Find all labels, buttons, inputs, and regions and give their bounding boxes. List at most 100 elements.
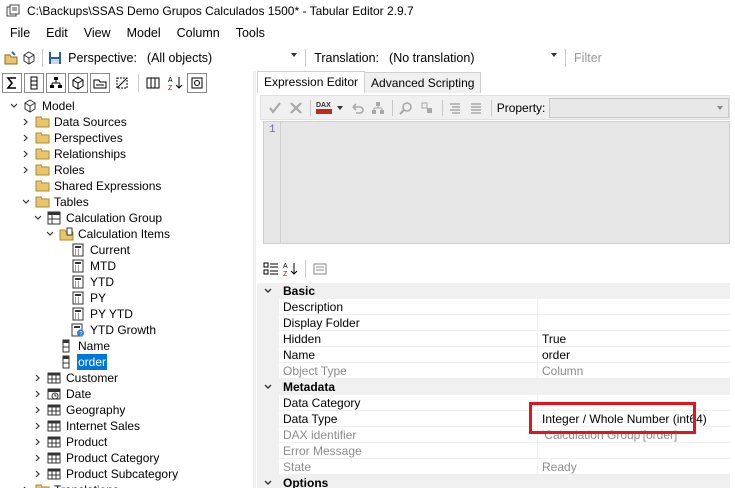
chevron-right-icon[interactable]: [32, 466, 44, 482]
property-dropdown[interactable]: [549, 97, 730, 118]
menu-tools[interactable]: Tools: [228, 22, 273, 44]
chevron-down-icon[interactable]: [44, 226, 56, 242]
tree-item[interactable]: Name: [44, 338, 111, 354]
tree-item[interactable]: Current: [56, 242, 131, 258]
property-value[interactable]: True: [537, 331, 730, 347]
tree-item[interactable]: Calculation Group: [32, 210, 163, 226]
chevron-down-icon[interactable]: [8, 98, 20, 114]
dependencies-icon[interactable]: [368, 98, 387, 118]
tree-item[interactable]: ? YTD Growth: [56, 322, 157, 338]
columns-view-icon[interactable]: [143, 73, 163, 93]
chevron-right-icon[interactable]: [32, 418, 44, 434]
chevron-down-icon[interactable]: [257, 475, 279, 488]
filter-input[interactable]: [570, 48, 735, 68]
chevron-right-icon[interactable]: [20, 482, 32, 488]
perspective-dropdown[interactable]: (All objects): [141, 48, 301, 68]
property-value[interactable]: Ready: [537, 459, 730, 475]
property-row[interactable]: Name order: [257, 347, 730, 363]
display-folders-icon[interactable]: [90, 73, 110, 93]
property-value[interactable]: [537, 299, 730, 315]
chevron-down-icon[interactable]: [337, 105, 344, 110]
tree-item[interactable]: Data Sources: [20, 114, 128, 130]
property-row[interactable]: Object Type Column: [257, 363, 730, 379]
property-grid[interactable]: Basic Description Display Folder Hidden True…: [257, 283, 730, 488]
menu-file[interactable]: File: [0, 22, 38, 44]
chevron-right-icon[interactable]: [20, 146, 32, 162]
tree-item[interactable]: Translations: [20, 482, 120, 488]
menu-view[interactable]: View: [76, 22, 119, 44]
menu-edit[interactable]: Edit: [38, 22, 76, 44]
property-row[interactable]: Description: [257, 299, 730, 315]
tree-item[interactable]: Roles: [20, 162, 86, 178]
chevron-down-icon[interactable]: [32, 210, 44, 226]
expression-editor-textarea[interactable]: 1: [263, 121, 730, 244]
tree-item[interactable]: Date: [32, 386, 92, 402]
tree-item[interactable]: Model: [8, 98, 76, 114]
chevron-right-icon[interactable]: [32, 370, 44, 386]
chevron-right-icon[interactable]: [32, 450, 44, 466]
cancel-x-icon[interactable]: [286, 98, 305, 118]
dax-formatter-icon[interactable]: DAX: [314, 98, 335, 118]
deploy-icon[interactable]: [20, 48, 38, 68]
chevron-down-icon[interactable]: [20, 194, 32, 210]
sort-az-icon[interactable]: AZ: [165, 73, 185, 93]
tree-item[interactable]: PY YTD: [56, 306, 134, 322]
meta-view-icon[interactable]: [187, 73, 207, 93]
tab-expression-editor[interactable]: Expression Editor: [257, 71, 366, 93]
chevron-down-icon[interactable]: [257, 283, 279, 299]
tree-item[interactable]: YTD: [56, 274, 115, 290]
tree-item[interactable]: Shared Expressions: [20, 178, 162, 194]
show-hidden-icon[interactable]: [112, 73, 132, 93]
property-value[interactable]: [537, 315, 730, 331]
property-row[interactable]: Display Folder: [257, 315, 730, 331]
open-icon[interactable]: [2, 48, 20, 68]
undo-arrow-icon[interactable]: [347, 98, 366, 118]
chevron-right-icon[interactable]: [20, 162, 32, 178]
property-pages-icon[interactable]: [310, 259, 330, 279]
tree-item[interactable]: Calculation Items: [44, 226, 171, 242]
property-category-row[interactable]: Options: [257, 475, 730, 488]
show-columns-icon[interactable]: [24, 73, 44, 93]
categorized-view-icon[interactable]: [261, 259, 281, 279]
tab-advanced-scripting[interactable]: Advanced Scripting: [364, 72, 482, 93]
tree-item[interactable]: Product Category: [32, 450, 160, 466]
show-partitions-icon[interactable]: [68, 73, 88, 93]
chevron-down-icon[interactable]: [257, 379, 279, 395]
property-row[interactable]: Hidden True: [257, 331, 730, 347]
show-measures-icon[interactable]: [2, 73, 22, 93]
chevron-right-icon[interactable]: [32, 386, 44, 402]
property-category-row[interactable]: Metadata: [257, 379, 730, 395]
tree-item[interactable]: Relationships: [20, 146, 127, 162]
translation-dropdown[interactable]: (No translation): [383, 48, 561, 68]
chevron-right-icon[interactable]: [20, 130, 32, 146]
property-row[interactable]: Error Message: [257, 443, 730, 459]
menu-column[interactable]: Column: [169, 22, 228, 44]
model-tree[interactable]: Model Data Sources Perspectives Relationshi…: [0, 97, 252, 488]
tree-item[interactable]: MTD: [56, 258, 117, 274]
panel-splitter[interactable]: [253, 71, 256, 488]
tree-item[interactable]: Geography: [32, 402, 126, 418]
save-icon[interactable]: [46, 48, 64, 68]
property-row[interactable]: State Ready: [257, 459, 730, 475]
tree-item[interactable]: Internet Sales: [32, 418, 141, 434]
comment-lines-icon[interactable]: [446, 98, 465, 118]
tree-item[interactable]: Product Subcategory: [32, 466, 179, 482]
property-category-row[interactable]: Basic: [257, 283, 730, 299]
property-value[interactable]: order: [537, 347, 730, 363]
property-value[interactable]: [537, 443, 730, 459]
uncomment-lines-icon[interactable]: [467, 98, 486, 118]
find-icon[interactable]: [396, 98, 415, 118]
replace-icon[interactable]: [417, 98, 436, 118]
property-value[interactable]: Column: [537, 363, 730, 379]
menu-model[interactable]: Model: [119, 22, 169, 44]
tree-item[interactable]: order: [44, 354, 108, 370]
tree-item[interactable]: Product: [32, 434, 108, 450]
accept-check-icon[interactable]: [265, 98, 284, 118]
chevron-right-icon[interactable]: [32, 402, 44, 418]
tree-item[interactable]: Tables: [20, 194, 90, 210]
chevron-right-icon[interactable]: [20, 114, 32, 130]
tree-item[interactable]: Customer: [32, 370, 119, 386]
tree-item[interactable]: PY: [56, 290, 107, 306]
tree-item[interactable]: Perspectives: [20, 130, 124, 146]
show-hierarchies-icon[interactable]: [46, 73, 66, 93]
